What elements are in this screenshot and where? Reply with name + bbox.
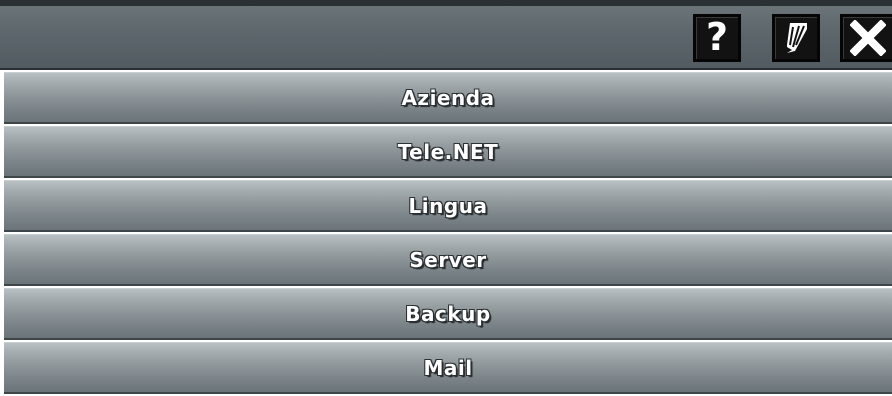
menu-item-label: Lingua	[408, 193, 488, 218]
menu-item-backup[interactable]: Backup	[4, 288, 892, 340]
close-icon	[849, 20, 886, 56]
settings-window: ? Azienda Tele.NET Lingua Server Backup …	[0, 0, 892, 396]
menu-item-label: Server	[409, 247, 487, 272]
menu-item-label: Backup	[405, 301, 491, 326]
settings-menu: Azienda Tele.NET Lingua Server Backup Ma…	[0, 72, 892, 396]
menu-item-telenet[interactable]: Tele.NET	[4, 126, 892, 178]
help-button[interactable]: ?	[693, 14, 741, 62]
menu-item-label: Azienda	[401, 85, 495, 110]
menu-item-mail[interactable]: Mail	[4, 342, 892, 394]
menu-item-server[interactable]: Server	[4, 234, 892, 286]
close-button[interactable]	[840, 14, 892, 62]
menu-item-azienda[interactable]: Azienda	[4, 72, 892, 124]
menu-item-lingua[interactable]: Lingua	[4, 180, 892, 232]
help-icon: ?	[705, 15, 729, 59]
title-bar: ?	[0, 0, 892, 70]
menu-item-label: Mail	[423, 355, 473, 380]
pencil-icon	[787, 23, 807, 53]
edit-button[interactable]	[772, 14, 820, 62]
menu-item-label: Tele.NET	[397, 139, 499, 164]
